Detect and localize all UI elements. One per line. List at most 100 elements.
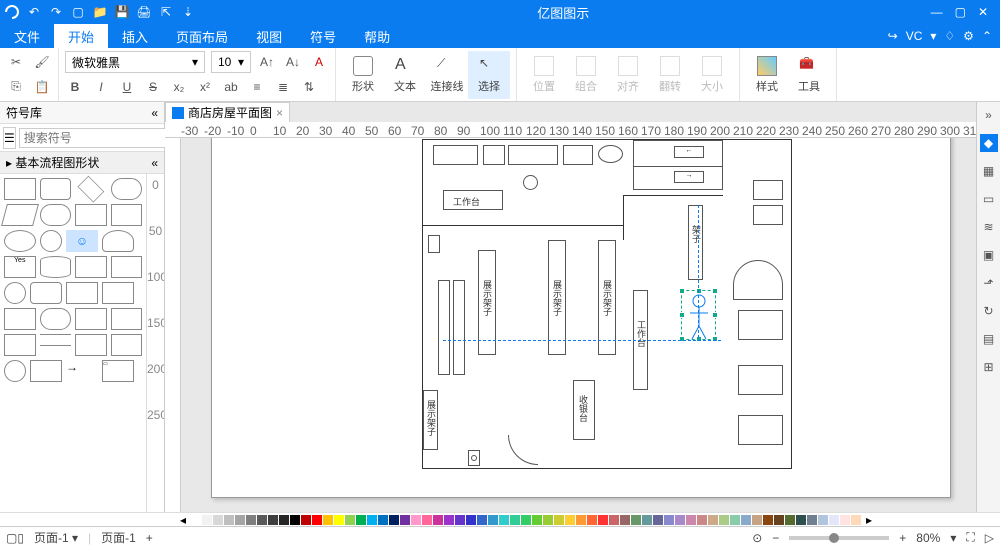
shape-hex[interactable] (40, 308, 72, 330)
fp-appliance[interactable] (433, 145, 478, 165)
color-swatch[interactable] (609, 515, 619, 525)
shape-note[interactable]: ▭ (102, 360, 134, 382)
color-swatch[interactable] (587, 515, 597, 525)
color-swatch[interactable] (400, 515, 410, 525)
highlight-icon[interactable]: ab (221, 77, 241, 97)
color-swatch[interactable] (444, 515, 454, 525)
color-swatch[interactable] (697, 515, 707, 525)
underline-icon[interactable]: U (117, 77, 137, 97)
font-color-icon[interactable]: A (309, 52, 329, 72)
color-swatch[interactable] (279, 515, 289, 525)
save-icon[interactable]: 💾 (114, 4, 130, 20)
grid-icon[interactable]: ▦ (980, 162, 998, 180)
color-swatch[interactable] (807, 515, 817, 525)
color-swatch[interactable] (224, 515, 234, 525)
color-swatch[interactable] (763, 515, 773, 525)
color-swatch[interactable] (829, 515, 839, 525)
fp-furniture[interactable] (738, 310, 783, 340)
color-swatch[interactable] (851, 515, 861, 525)
connector-tool[interactable]: ⟋连接线 (426, 51, 468, 99)
category-header[interactable]: ▸ 基本流程图形状 « (0, 152, 164, 174)
fp-fixture[interactable] (428, 235, 440, 253)
export-icon[interactable]: ⇱ (158, 4, 174, 20)
color-swatch[interactable] (334, 515, 344, 525)
vc-label[interactable]: VC (906, 29, 923, 43)
fp-sink[interactable] (598, 145, 623, 163)
fp-door[interactable] (508, 435, 538, 465)
view-mode-icon[interactable]: ▢▯ (6, 531, 24, 545)
format-painter-icon[interactable]: 🖌 (32, 52, 52, 72)
cut-icon[interactable]: ✂ (6, 52, 26, 72)
color-swatch[interactable] (554, 515, 564, 525)
toolbox-tool[interactable]: 🧰工具 (788, 51, 830, 99)
shape-capsule[interactable] (40, 204, 72, 226)
color-swatch[interactable] (664, 515, 674, 525)
color-swatch[interactable] (411, 515, 421, 525)
color-swatch[interactable] (730, 515, 740, 525)
font-size-select[interactable]: 10▾ (211, 51, 251, 73)
qat-more-icon[interactable]: ⇣ (180, 4, 196, 20)
color-swatch[interactable] (675, 515, 685, 525)
gift-icon[interactable]: ♢ (944, 29, 955, 43)
shape-parallelogram[interactable] (1, 204, 38, 226)
presentation-icon[interactable]: ▷ (985, 531, 994, 545)
page-select[interactable]: 页面-1 ▾ (34, 529, 78, 546)
fp-furniture[interactable] (738, 365, 783, 395)
copy-icon[interactable]: ⎘ (6, 77, 26, 97)
zoom-chevron-icon[interactable]: ▾ (950, 531, 956, 545)
paste-icon[interactable]: 📋 (32, 77, 52, 97)
zoom-out-icon[interactable]: − (772, 531, 779, 545)
tab-insert[interactable]: 插入 (108, 24, 162, 48)
color-swatch[interactable] (510, 515, 520, 525)
color-swatch[interactable] (268, 515, 278, 525)
shape-lines[interactable] (40, 334, 71, 346)
color-swatch[interactable] (796, 515, 806, 525)
color-scroll-left-icon[interactable]: ◂ (180, 513, 186, 527)
fullscreen-icon[interactable]: ⛶ (966, 530, 974, 545)
color-swatch[interactable] (356, 515, 366, 525)
color-swatch[interactable] (532, 515, 542, 525)
shape-wave[interactable] (4, 308, 36, 330)
data-icon[interactable]: ⊞ (980, 358, 998, 376)
fp-appliance[interactable] (563, 145, 593, 165)
zoom-slider[interactable] (789, 536, 889, 540)
color-swatch[interactable] (433, 515, 443, 525)
maximize-icon[interactable]: ▢ (955, 5, 966, 19)
fp-fixture[interactable] (468, 450, 480, 466)
bullets-icon[interactable]: ≡ (247, 77, 267, 97)
color-swatch[interactable] (257, 515, 267, 525)
shape-terminator[interactable] (111, 178, 143, 200)
color-swatch[interactable] (785, 515, 795, 525)
shape-diamond[interactable] (78, 176, 104, 202)
add-page-icon[interactable]: + (146, 531, 153, 545)
search-input[interactable] (19, 128, 184, 148)
settings-icon[interactable]: ⚙ (963, 29, 974, 43)
shape-cylinder[interactable] (40, 256, 72, 278)
color-swatch[interactable] (565, 515, 575, 525)
color-swatch[interactable] (752, 515, 762, 525)
color-swatch[interactable] (290, 515, 300, 525)
tab-file[interactable]: 文件 (0, 24, 54, 48)
tab-start[interactable]: 开始 (54, 24, 108, 48)
tab-view[interactable]: 视图 (242, 24, 296, 48)
color-swatch[interactable] (213, 515, 223, 525)
decrease-font-icon[interactable]: A↓ (283, 52, 303, 72)
color-swatch[interactable] (521, 515, 531, 525)
new-icon[interactable]: ▢ (70, 4, 86, 20)
shape-roundrect[interactable] (40, 178, 72, 200)
shape-document[interactable] (75, 256, 107, 278)
italic-icon[interactable]: I (91, 77, 111, 97)
category-collapse-icon[interactable]: « (151, 156, 158, 170)
shape-user[interactable] (102, 230, 134, 252)
color-swatch[interactable] (741, 515, 751, 525)
doc-tab[interactable]: 商店房屋平面图 × (165, 102, 290, 122)
fp-fixture[interactable] (523, 175, 538, 190)
style-tool[interactable]: 样式 (746, 51, 788, 99)
color-swatch[interactable] (620, 515, 630, 525)
chart-icon[interactable]: ⬏ (980, 274, 998, 292)
font-name-select[interactable]: 微软雅黑▾ (65, 51, 205, 73)
shape-pentagon[interactable] (4, 334, 36, 356)
library-menu-icon[interactable]: ☰ (3, 127, 16, 149)
shape-ellipse[interactable] (4, 230, 36, 252)
select-tool[interactable]: ↖选择 (468, 51, 510, 99)
